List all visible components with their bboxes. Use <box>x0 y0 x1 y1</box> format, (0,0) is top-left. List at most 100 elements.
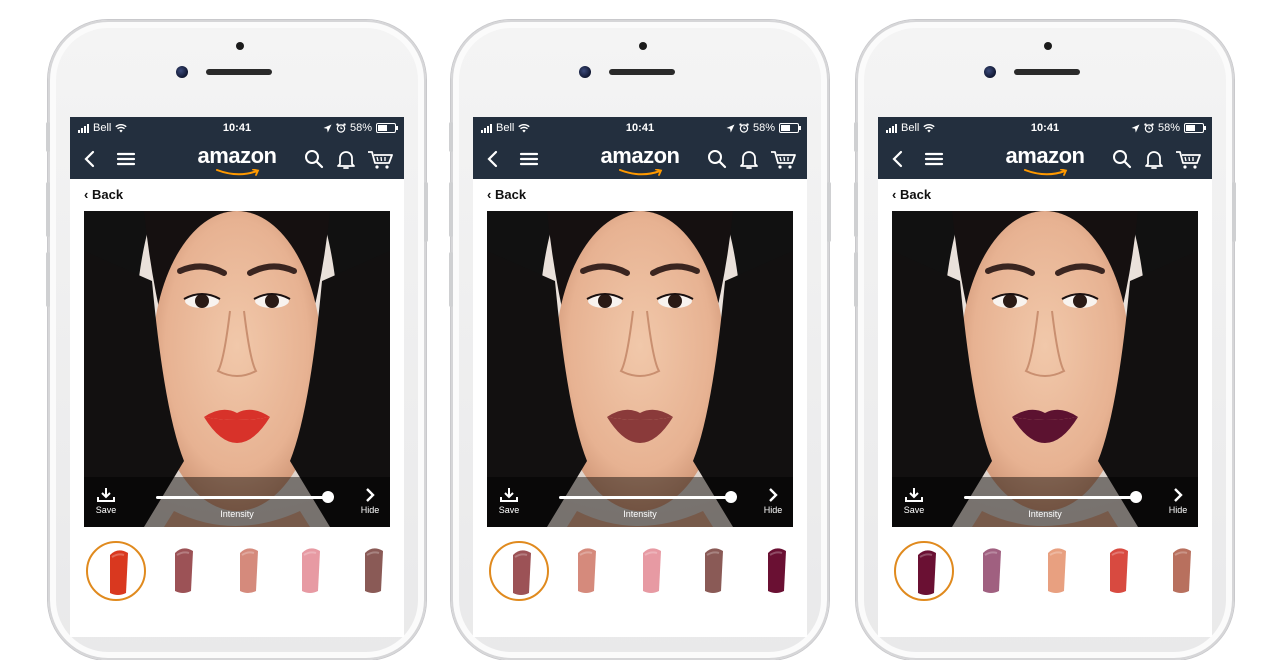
volume-up-button <box>449 182 453 237</box>
hide-label: Hide <box>763 505 783 515</box>
front-camera <box>176 66 188 78</box>
lipstick-swatch[interactable] <box>489 541 549 601</box>
nav-bar: amazon <box>70 139 404 179</box>
intensity-slider-track[interactable] <box>964 496 1134 499</box>
hide-button[interactable]: Hide <box>358 487 382 515</box>
lipstick-swatch[interactable] <box>280 541 340 601</box>
download-icon <box>500 488 518 502</box>
lipstick-icon <box>513 550 531 595</box>
amazon-smile-icon <box>619 169 663 176</box>
lipstick-shade-picker <box>487 541 793 603</box>
search-icon[interactable] <box>1110 147 1134 171</box>
lipstick-icon <box>365 548 383 593</box>
lipstick-swatch[interactable] <box>1151 541 1211 601</box>
virtual-try-on-photo: Save Intensity Hide <box>487 211 793 527</box>
back-link[interactable]: ‹ Back <box>84 187 123 202</box>
lipstick-icon <box>705 548 723 593</box>
try-on-controls: Save Intensity Hide <box>487 477 793 527</box>
lipstick-swatch[interactable] <box>683 541 743 601</box>
hide-label: Hide <box>1168 505 1188 515</box>
volume-down-button <box>854 252 858 307</box>
intensity-slider-track[interactable] <box>156 496 326 499</box>
hide-button[interactable]: Hide <box>1166 487 1190 515</box>
lipstick-shade-picker <box>84 541 390 603</box>
cart-icon[interactable] <box>366 147 394 171</box>
back-link[interactable]: ‹ Back <box>487 187 526 202</box>
bell-icon[interactable] <box>737 147 761 171</box>
location-icon <box>726 124 735 132</box>
lipstick-swatch[interactable] <box>218 541 278 601</box>
lipstick-swatch[interactable] <box>746 541 806 601</box>
try-on-controls: Save Intensity Hide <box>892 477 1198 527</box>
front-camera <box>984 66 996 78</box>
proximity-sensor <box>236 42 244 50</box>
lipstick-shade-picker <box>892 541 1198 603</box>
power-button <box>424 182 428 242</box>
battery-percent: 58% <box>752 122 775 134</box>
volume-down-button <box>46 252 50 307</box>
bell-icon[interactable] <box>334 147 358 171</box>
hide-button[interactable]: Hide <box>761 487 785 515</box>
virtual-try-on-photo: Save Intensity Hide <box>84 211 390 527</box>
lipstick-icon <box>302 548 320 593</box>
lipstick-swatch[interactable] <box>343 541 403 601</box>
battery-icon <box>779 123 801 133</box>
volume-down-button <box>449 252 453 307</box>
back-link[interactable]: ‹ Back <box>892 187 931 202</box>
app-header: Bell 10:41 58% amazon <box>473 117 807 179</box>
volume-up-button <box>854 182 858 237</box>
bell-icon[interactable] <box>1142 147 1166 171</box>
lipstick-swatch[interactable] <box>1088 541 1148 601</box>
lipstick-swatch[interactable] <box>894 541 954 601</box>
lipstick-swatch[interactable] <box>153 541 213 601</box>
battery-percent: 58% <box>349 122 372 134</box>
intensity-slider-track[interactable] <box>559 496 729 499</box>
lipstick-icon <box>983 548 1001 593</box>
lipstick-swatch[interactable] <box>961 541 1021 601</box>
nav-bar: amazon <box>878 139 1212 179</box>
search-icon[interactable] <box>302 147 326 171</box>
battery-percent: 58% <box>1157 122 1180 134</box>
phone-mockup-2: Bell 10:41 58% amazon ‹ Back Save Intens… <box>449 20 831 660</box>
chevron-right-icon <box>1174 488 1183 502</box>
lipstick-icon <box>1173 548 1191 593</box>
status-bar: Bell 10:41 58% <box>473 117 807 139</box>
lipstick-icon <box>1048 548 1066 593</box>
lipstick-swatch[interactable] <box>86 541 146 601</box>
search-icon[interactable] <box>705 147 729 171</box>
app-header: Bell 10:41 58% amazon <box>70 117 404 179</box>
intensity-slider-knob[interactable] <box>322 491 334 503</box>
proximity-sensor <box>1044 42 1052 50</box>
lipstick-icon <box>643 548 661 593</box>
alarm-icon <box>336 123 346 133</box>
intensity-slider-knob[interactable] <box>1130 491 1142 503</box>
back-label: Back <box>91 187 124 202</box>
cart-icon[interactable] <box>769 147 797 171</box>
app-header: Bell 10:41 58% amazon <box>878 117 1212 179</box>
intensity-label: Intensity <box>1028 509 1062 519</box>
power-button <box>1232 182 1236 242</box>
volume-up-button <box>46 182 50 237</box>
earpiece-speaker <box>206 69 272 75</box>
lipstick-icon <box>578 548 596 593</box>
lipstick-icon <box>175 548 193 593</box>
chevron-left-icon: ‹ <box>84 187 89 202</box>
mute-switch <box>449 122 453 152</box>
chevron-left-icon: ‹ <box>892 187 897 202</box>
download-icon <box>97 488 115 502</box>
lipstick-swatch[interactable] <box>556 541 616 601</box>
status-bar: Bell 10:41 58% <box>70 117 404 139</box>
lipstick-swatch[interactable] <box>621 541 681 601</box>
mute-switch <box>854 122 858 152</box>
cart-icon[interactable] <box>1174 147 1202 171</box>
phone-screen: Bell 10:41 58% amazon ‹ Back Save Intens… <box>70 117 404 637</box>
intensity-slider-knob[interactable] <box>725 491 737 503</box>
lipstick-icon <box>1110 548 1128 593</box>
amazon-smile-icon <box>216 169 260 176</box>
chevron-left-icon: ‹ <box>487 187 492 202</box>
intensity-label: Intensity <box>220 509 254 519</box>
location-icon <box>1131 124 1140 132</box>
lipstick-swatch[interactable] <box>1026 541 1086 601</box>
proximity-sensor <box>639 42 647 50</box>
battery-icon <box>376 123 398 133</box>
